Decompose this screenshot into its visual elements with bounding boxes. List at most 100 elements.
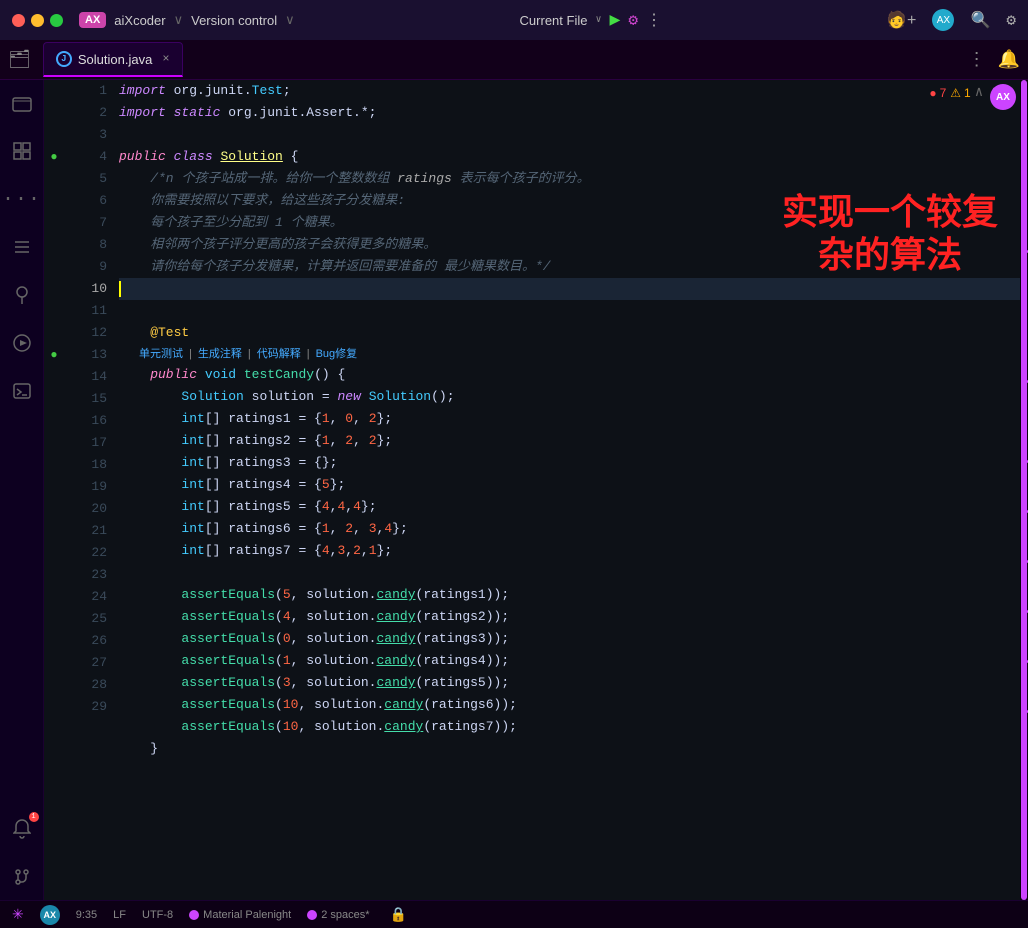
current-file-chevron[interactable]: ∨ [595, 14, 601, 26]
tooltip-bug-fix[interactable]: Bug修复 [316, 343, 358, 365]
code-line-15: int[] ratings1 = {1, 0, 2}; [119, 408, 1020, 430]
warning-count: 1 [964, 86, 971, 100]
tab-solution-java[interactable]: J Solution.java × [43, 42, 183, 77]
warning-icon: ⚠ [950, 86, 961, 100]
gutter-line-1 [44, 80, 64, 102]
code-line-11 [119, 300, 1020, 322]
titlebar: AX aiXcoder ∨ Version control ∨ Current … [0, 0, 1028, 40]
gutter-line-23 [44, 564, 64, 586]
tabbar-bell-icon[interactable]: 🔔 [998, 49, 1020, 71]
indent-label: 2 spaces* [321, 909, 369, 921]
sidebar-icon-grid[interactable] [7, 136, 37, 166]
status-lf[interactable]: LF [113, 909, 126, 921]
code-line-6: 你需要按照以下要求，给这些孩子分发糖果: [119, 190, 1020, 212]
search-icon[interactable]: 🔍 [970, 10, 990, 30]
scroll-marker-5 [1024, 560, 1028, 563]
gutter-line-14 [44, 366, 64, 388]
line-num-27: 27 [91, 652, 107, 674]
scroll-marker-1 [1024, 250, 1028, 253]
minimize-button[interactable] [31, 14, 44, 27]
avatar[interactable]: AX [932, 9, 954, 31]
tabbar-more-icon[interactable]: ⋮ [968, 49, 986, 71]
maximize-button[interactable] [50, 14, 63, 27]
version-control[interactable]: Version control [191, 13, 277, 28]
line-num-8: 8 [99, 234, 107, 256]
sidebar-icon-notification[interactable]: 1 [7, 814, 37, 844]
line-num-28: 28 [91, 674, 107, 696]
sidebar-icon-terminal[interactable] [7, 376, 37, 406]
line-num-22: 22 [91, 542, 107, 564]
code-line-8: 相邻两个孩子评分更高的孩子会获得更多的糖果。 [119, 234, 1020, 256]
gutter-line-13: ● [44, 344, 64, 366]
tab-label: Solution.java [78, 52, 152, 67]
line-num-26: 26 [91, 630, 107, 652]
gutter-line-21 [44, 520, 64, 542]
code-line-1: import org.junit.Test; [119, 80, 1020, 102]
gutter-line-22 [44, 542, 64, 564]
time-display: 9:35 [76, 909, 97, 921]
line-numbers: 1 2 3 4 5 6 7 8 9 10 11 12 13 14 15 16 1… [64, 80, 119, 900]
app-badge: AX [79, 12, 106, 28]
titlebar-center: Current File ∨ ▶ ⚙ ⋮ [303, 9, 879, 31]
code-line-28: assertEquals(10, solution.candy(ratings6… [119, 694, 1020, 716]
close-button[interactable] [12, 14, 25, 27]
gutter-line-6 [44, 190, 64, 212]
tooltip-unit-test[interactable]: 单元测试 [139, 343, 183, 365]
more-icon[interactable]: ⋮ [646, 10, 662, 30]
sidebar-icon-list[interactable] [7, 232, 37, 262]
status-spinner: ✳ [12, 906, 24, 923]
gutter-line-25 [44, 608, 64, 630]
code-line-5: /*n 个孩子站成一排。给你一个整数数组 ratings 表示每个孩子的评分。 [119, 168, 1020, 190]
code-line-30: } [119, 738, 1020, 760]
status-encoding[interactable]: UTF-8 [142, 909, 173, 921]
titlebar-right: 🧑+ AX 🔍 ⚙ [887, 9, 1016, 31]
code-line-13: public void testCandy() { [119, 364, 1020, 386]
user-plus-icon[interactable]: 🧑+ [887, 10, 917, 30]
app-name[interactable]: aiXcoder [114, 13, 165, 28]
current-file-label[interactable]: Current File [520, 13, 588, 28]
sidebar-icon-git[interactable] [7, 862, 37, 892]
code-line-4: public class Solution { [119, 146, 1020, 168]
tooltip-gen-comment[interactable]: 生成注释 [198, 343, 242, 365]
debug-icon[interactable]: ⚙ [628, 10, 638, 30]
status-ax-badge[interactable]: AX [40, 905, 60, 925]
sidebar-icon-dots[interactable]: ··· [7, 184, 37, 214]
line-num-5: 5 [99, 168, 107, 190]
line-num-14: 14 [91, 366, 107, 388]
status-indent[interactable]: 2 spaces* [307, 909, 369, 921]
indent-dot [307, 910, 317, 920]
tab-close-button[interactable]: × [162, 52, 169, 66]
code-line-19: int[] ratings5 = {4,4,4}; [119, 496, 1020, 518]
lock-icon: 🔒 [390, 906, 407, 923]
gutter-line-27 [44, 652, 64, 674]
sidebar-icon-folder[interactable] [7, 88, 37, 118]
line-num-11: 11 [91, 300, 107, 322]
scroll-thumb[interactable] [1021, 80, 1027, 900]
project-folder-icon[interactable]: 🗂 [8, 49, 31, 71]
gutter-line-7 [44, 212, 64, 234]
sidebar-icon-play[interactable] [7, 328, 37, 358]
scrollbar[interactable] [1020, 80, 1028, 900]
scroll-marker-2 [1024, 380, 1028, 383]
line-num-16: 16 [91, 410, 107, 432]
gutter-line-2 [44, 102, 64, 124]
gutter-line-12 [44, 322, 64, 344]
code-editor[interactable]: ● 7 ⚠ 1 ∧ ∨ 实现一个较复 杂的算法 ● [44, 80, 1028, 900]
line-num-4: 4 [99, 146, 107, 168]
line-num-12: 12 [91, 322, 107, 344]
code-line-29: assertEquals(10, solution.candy(ratings7… [119, 716, 1020, 738]
traffic-lights [12, 14, 63, 27]
line-num-21: 21 [91, 520, 107, 542]
settings-icon[interactable]: ⚙ [1006, 10, 1016, 30]
sidebar-icon-pin[interactable] [7, 280, 37, 310]
code-content[interactable]: import org.junit.Test; import static org… [119, 80, 1020, 900]
code-line-12: @Test [119, 322, 1020, 344]
sidebar-bottom: 1 [7, 814, 37, 892]
run-icon[interactable]: ▶ [610, 9, 621, 31]
titlebar-sep2: ∨ [285, 12, 295, 28]
scroll-marker-3 [1024, 460, 1028, 463]
code-line-27: assertEquals(3, solution.candy(ratings5)… [119, 672, 1020, 694]
tooltip-code-explain[interactable]: 代码解释 [257, 343, 301, 365]
gutter-line-8 [44, 234, 64, 256]
status-theme[interactable]: Material Palenight [189, 909, 291, 921]
